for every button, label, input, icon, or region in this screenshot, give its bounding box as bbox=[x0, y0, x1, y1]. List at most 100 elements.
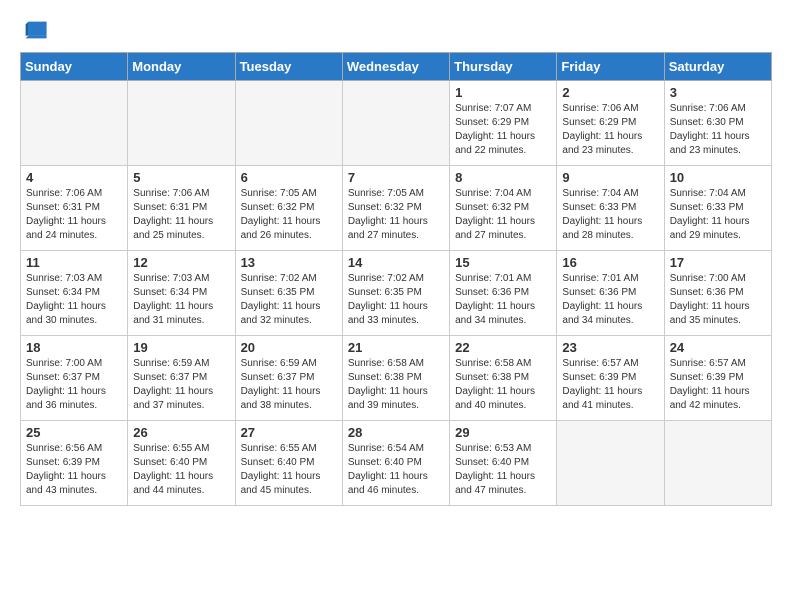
calendar-cell: 2 Sunrise: 7:06 AM Sunset: 6:29 PM Daylig… bbox=[557, 81, 664, 166]
day-info: Sunrise: 6:54 AM Sunset: 6:40 PM Dayligh… bbox=[348, 442, 444, 498]
calendar-cell: 1Sunrise: 7:07 AM Sunset: 6:29 PM Daylig… bbox=[450, 81, 557, 166]
day-number: 21 bbox=[348, 340, 444, 355]
day-number: 22 bbox=[455, 340, 551, 355]
day-info: Sunrise: 6:57 AM Sunset: 6:39 PM Dayligh… bbox=[670, 357, 766, 413]
weekday-header-thursday: Thursday bbox=[450, 53, 557, 81]
calendar-cell: 6 Sunrise: 7:05 AM Sunset: 6:32 PM Daylig… bbox=[235, 166, 342, 251]
calendar-cell: 21 Sunrise: 6:58 AM Sunset: 6:38 PM Dayli… bbox=[342, 336, 449, 421]
day-number: 29 bbox=[455, 425, 551, 440]
calendar-cell: 12 Sunrise: 7:03 AM Sunset: 6:34 PM Dayli… bbox=[128, 251, 235, 336]
calendar-cell: 10Sunrise: 7:04 AM Sunset: 6:33 PM Dayli… bbox=[664, 166, 771, 251]
day-info: Sunrise: 7:04 AM Sunset: 6:33 PM Dayligh… bbox=[670, 187, 766, 243]
calendar-cell bbox=[235, 81, 342, 166]
day-number: 27 bbox=[241, 425, 337, 440]
day-info: Sunrise: 6:53 AM Sunset: 6:40 PM Dayligh… bbox=[455, 442, 551, 498]
day-number: 23 bbox=[562, 340, 658, 355]
calendar-cell bbox=[664, 421, 771, 506]
day-info: Sunrise: 7:04 AM Sunset: 6:32 PM Dayligh… bbox=[455, 187, 551, 243]
day-number: 28 bbox=[348, 425, 444, 440]
day-info: Sunrise: 7:06 AM Sunset: 6:30 PM Dayligh… bbox=[670, 102, 766, 158]
calendar-cell bbox=[342, 81, 449, 166]
day-number: 2 bbox=[562, 85, 658, 100]
day-number: 16 bbox=[562, 255, 658, 270]
calendar-cell: 11 Sunrise: 7:03 AM Sunset: 6:34 PM Dayli… bbox=[21, 251, 128, 336]
day-number: 12 bbox=[133, 255, 229, 270]
day-number: 26 bbox=[133, 425, 229, 440]
calendar-week-0: 1Sunrise: 7:07 AM Sunset: 6:29 PM Daylig… bbox=[21, 81, 772, 166]
day-number: 25 bbox=[26, 425, 122, 440]
calendar-cell: 5 Sunrise: 7:06 AM Sunset: 6:31 PM Daylig… bbox=[128, 166, 235, 251]
day-number: 14 bbox=[348, 255, 444, 270]
calendar-cell: 29 Sunrise: 6:53 AM Sunset: 6:40 PM Dayli… bbox=[450, 421, 557, 506]
day-number: 8 bbox=[455, 170, 551, 185]
calendar-cell: 17 Sunrise: 7:00 AM Sunset: 6:36 PM Dayli… bbox=[664, 251, 771, 336]
day-number: 3 bbox=[670, 85, 766, 100]
day-number: 5 bbox=[133, 170, 229, 185]
calendar-cell bbox=[128, 81, 235, 166]
day-info: Sunrise: 7:02 AM Sunset: 6:35 PM Dayligh… bbox=[241, 272, 337, 328]
calendar-table: SundayMondayTuesdayWednesdayThursdayFrid… bbox=[20, 52, 772, 506]
calendar-cell: 4 Sunrise: 7:06 AM Sunset: 6:31 PM Daylig… bbox=[21, 166, 128, 251]
calendar-cell: 25 Sunrise: 6:56 AM Sunset: 6:39 PM Dayli… bbox=[21, 421, 128, 506]
logo-icon bbox=[20, 16, 48, 44]
day-info: Sunrise: 6:55 AM Sunset: 6:40 PM Dayligh… bbox=[133, 442, 229, 498]
calendar-cell: 22 Sunrise: 6:58 AM Sunset: 6:38 PM Dayli… bbox=[450, 336, 557, 421]
calendar-cell: 20 Sunrise: 6:59 AM Sunset: 6:37 PM Dayli… bbox=[235, 336, 342, 421]
weekday-header-sunday: Sunday bbox=[21, 53, 128, 81]
day-number: 4 bbox=[26, 170, 122, 185]
day-number: 13 bbox=[241, 255, 337, 270]
day-number: 18 bbox=[26, 340, 122, 355]
calendar-cell: 8 Sunrise: 7:04 AM Sunset: 6:32 PM Daylig… bbox=[450, 166, 557, 251]
day-info: Sunrise: 7:06 AM Sunset: 6:31 PM Dayligh… bbox=[133, 187, 229, 243]
day-info: Sunrise: 7:02 AM Sunset: 6:35 PM Dayligh… bbox=[348, 272, 444, 328]
weekday-header-tuesday: Tuesday bbox=[235, 53, 342, 81]
calendar-week-2: 11 Sunrise: 7:03 AM Sunset: 6:34 PM Dayli… bbox=[21, 251, 772, 336]
calendar-cell: 13 Sunrise: 7:02 AM Sunset: 6:35 PM Dayli… bbox=[235, 251, 342, 336]
logo bbox=[20, 16, 50, 44]
day-info: Sunrise: 6:55 AM Sunset: 6:40 PM Dayligh… bbox=[241, 442, 337, 498]
calendar-cell: 14 Sunrise: 7:02 AM Sunset: 6:35 PM Dayli… bbox=[342, 251, 449, 336]
day-number: 20 bbox=[241, 340, 337, 355]
day-info: Sunrise: 6:58 AM Sunset: 6:38 PM Dayligh… bbox=[455, 357, 551, 413]
day-number: 9 bbox=[562, 170, 658, 185]
calendar-cell: 7 Sunrise: 7:05 AM Sunset: 6:32 PM Daylig… bbox=[342, 166, 449, 251]
weekday-header-monday: Monday bbox=[128, 53, 235, 81]
day-info: Sunrise: 7:03 AM Sunset: 6:34 PM Dayligh… bbox=[133, 272, 229, 328]
calendar-cell: 23 Sunrise: 6:57 AM Sunset: 6:39 PM Dayli… bbox=[557, 336, 664, 421]
day-info: Sunrise: 7:05 AM Sunset: 6:32 PM Dayligh… bbox=[241, 187, 337, 243]
calendar-cell: 24Sunrise: 6:57 AM Sunset: 6:39 PM Dayli… bbox=[664, 336, 771, 421]
calendar-cell: 27 Sunrise: 6:55 AM Sunset: 6:40 PM Dayli… bbox=[235, 421, 342, 506]
weekday-header-wednesday: Wednesday bbox=[342, 53, 449, 81]
day-info: Sunrise: 7:06 AM Sunset: 6:29 PM Dayligh… bbox=[562, 102, 658, 158]
day-info: Sunrise: 7:07 AM Sunset: 6:29 PM Dayligh… bbox=[455, 102, 551, 158]
day-number: 7 bbox=[348, 170, 444, 185]
day-info: Sunrise: 7:00 AM Sunset: 6:37 PM Dayligh… bbox=[26, 357, 122, 413]
weekday-header-row: SundayMondayTuesdayWednesdayThursdayFrid… bbox=[21, 53, 772, 81]
day-info: Sunrise: 6:56 AM Sunset: 6:39 PM Dayligh… bbox=[26, 442, 122, 498]
day-number: 11 bbox=[26, 255, 122, 270]
day-info: Sunrise: 6:57 AM Sunset: 6:39 PM Dayligh… bbox=[562, 357, 658, 413]
day-info: Sunrise: 7:06 AM Sunset: 6:31 PM Dayligh… bbox=[26, 187, 122, 243]
day-number: 19 bbox=[133, 340, 229, 355]
calendar-cell: 15 Sunrise: 7:01 AM Sunset: 6:36 PM Dayli… bbox=[450, 251, 557, 336]
day-info: Sunrise: 7:03 AM Sunset: 6:34 PM Dayligh… bbox=[26, 272, 122, 328]
day-info: Sunrise: 7:01 AM Sunset: 6:36 PM Dayligh… bbox=[455, 272, 551, 328]
calendar-cell: 18 Sunrise: 7:00 AM Sunset: 6:37 PM Dayli… bbox=[21, 336, 128, 421]
day-info: Sunrise: 6:59 AM Sunset: 6:37 PM Dayligh… bbox=[133, 357, 229, 413]
day-number: 15 bbox=[455, 255, 551, 270]
calendar-cell: 9 Sunrise: 7:04 AM Sunset: 6:33 PM Daylig… bbox=[557, 166, 664, 251]
calendar-cell: 26 Sunrise: 6:55 AM Sunset: 6:40 PM Dayli… bbox=[128, 421, 235, 506]
weekday-header-saturday: Saturday bbox=[664, 53, 771, 81]
header bbox=[20, 16, 772, 44]
day-info: Sunrise: 6:58 AM Sunset: 6:38 PM Dayligh… bbox=[348, 357, 444, 413]
calendar-cell: 28 Sunrise: 6:54 AM Sunset: 6:40 PM Dayli… bbox=[342, 421, 449, 506]
calendar-cell: 3 Sunrise: 7:06 AM Sunset: 6:30 PM Daylig… bbox=[664, 81, 771, 166]
day-info: Sunrise: 6:59 AM Sunset: 6:37 PM Dayligh… bbox=[241, 357, 337, 413]
calendar-week-4: 25 Sunrise: 6:56 AM Sunset: 6:39 PM Dayli… bbox=[21, 421, 772, 506]
day-number: 6 bbox=[241, 170, 337, 185]
day-info: Sunrise: 7:01 AM Sunset: 6:36 PM Dayligh… bbox=[562, 272, 658, 328]
day-info: Sunrise: 7:04 AM Sunset: 6:33 PM Dayligh… bbox=[562, 187, 658, 243]
day-info: Sunrise: 7:05 AM Sunset: 6:32 PM Dayligh… bbox=[348, 187, 444, 243]
day-info: Sunrise: 7:00 AM Sunset: 6:36 PM Dayligh… bbox=[670, 272, 766, 328]
day-number: 17 bbox=[670, 255, 766, 270]
